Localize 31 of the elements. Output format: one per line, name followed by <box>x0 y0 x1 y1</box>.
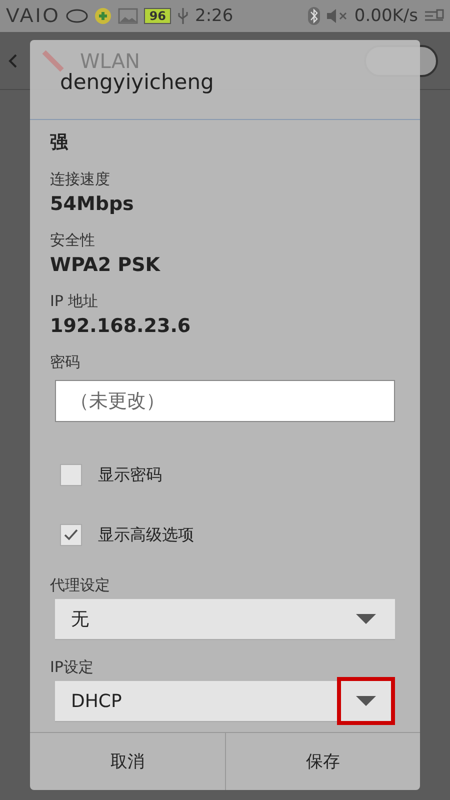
password-field[interactable]: （未更改） <box>55 380 395 422</box>
battery-level: 96 <box>144 8 172 24</box>
signal-strength: 强 <box>50 131 70 154</box>
image-icon <box>118 8 138 24</box>
detail-label: 安全性 <box>50 231 96 250</box>
back-icon[interactable] <box>8 52 18 68</box>
mute-icon <box>326 8 348 24</box>
dropdown-arrow-icon <box>356 614 376 624</box>
detail-label: 连接速度 <box>50 170 111 189</box>
detail-label: IP 地址 <box>50 292 100 311</box>
dialog-button[interactable]: 取消 <box>30 733 226 790</box>
password-label: 密码 <box>50 353 81 372</box>
dropdown-arrow-icon <box>356 696 376 706</box>
detail-value: 54Mbps <box>50 193 135 215</box>
dropdown-label: IP设定 <box>50 658 94 677</box>
dropdown[interactable]: 无 <box>55 599 395 640</box>
bluetooth-icon <box>308 7 320 25</box>
checkbox-label: 显示密码 <box>98 464 162 486</box>
usb-icon <box>177 7 190 25</box>
checkbox[interactable] <box>60 464 82 486</box>
clock-time: 2:26 <box>195 6 234 26</box>
screen-title: WLAN <box>80 48 140 72</box>
detail-value: WPA2 PSK <box>50 254 162 276</box>
dropdown-label: 代理设定 <box>50 576 111 595</box>
detail-value: 192.168.23.6 <box>50 315 192 337</box>
network-speed: 0.00K/s <box>354 6 418 26</box>
sim-icon <box>424 9 444 23</box>
checkbox[interactable] <box>60 524 82 546</box>
checkbox-label: 显示高级选项 <box>98 524 194 546</box>
vaio-logo: VAIO <box>6 4 60 28</box>
dialog-button[interactable]: 保存 <box>226 733 420 790</box>
